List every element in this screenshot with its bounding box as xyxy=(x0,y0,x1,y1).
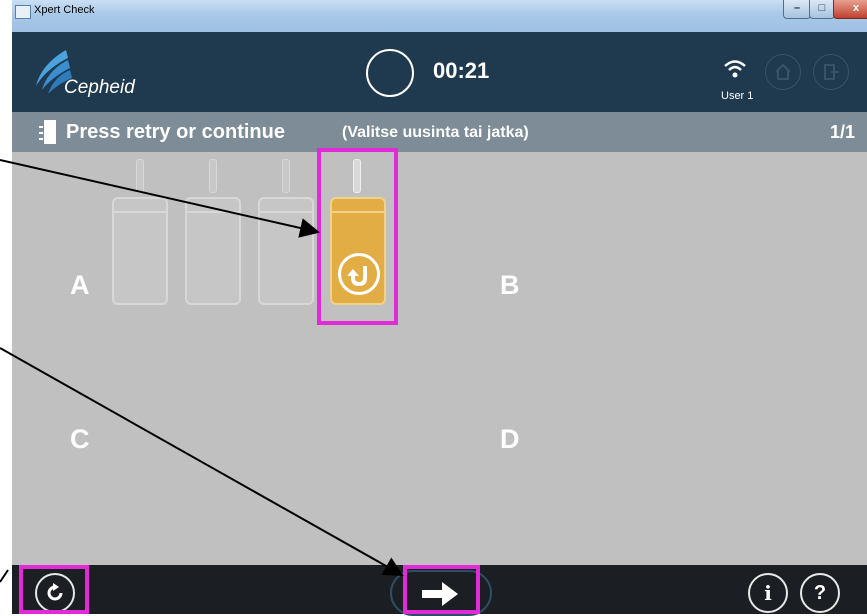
module-grid: A B C D xyxy=(12,148,867,565)
arrow-to-retry xyxy=(0,569,9,583)
app-icon xyxy=(15,5,31,19)
app-header: Cepheid 00:21 User 1 xyxy=(12,32,867,112)
close-button[interactable]: x xyxy=(833,0,867,19)
instruction-bar: Press retry or continue (Valitse uusinta… xyxy=(12,112,867,152)
quadrant-label-a: A xyxy=(70,270,90,300)
home-button[interactable] xyxy=(765,54,801,90)
window-titlebar: Xpert Check – □ x xyxy=(12,0,867,33)
exit-icon xyxy=(824,64,839,80)
quadrant-label-b: B xyxy=(500,270,520,300)
module-slot-3 xyxy=(258,197,314,305)
minimize-button[interactable]: – xyxy=(783,0,811,19)
instruction-translation: (Valitse uusinta tai jatka) xyxy=(342,124,529,141)
help-button[interactable]: ? xyxy=(800,573,840,613)
maximize-button[interactable]: □ xyxy=(809,0,835,19)
instruction-text: Press retry or continue xyxy=(66,121,285,143)
continue-highlight-box xyxy=(403,565,480,614)
window-title: Xpert Check xyxy=(34,4,95,16)
exit-button[interactable] xyxy=(813,54,849,90)
home-icon xyxy=(775,63,791,80)
module-slot-2-indicator xyxy=(209,159,217,193)
retry-highlight-box xyxy=(19,565,89,614)
cartridge-icon xyxy=(39,120,56,144)
user-label: User 1 xyxy=(721,90,754,102)
brand-name: Cepheid xyxy=(64,77,135,98)
quadrant-label-d: D xyxy=(500,424,520,454)
module-slot-3-indicator xyxy=(282,159,290,193)
module-slot-1-indicator xyxy=(136,159,144,193)
slot-highlight-box xyxy=(317,148,398,325)
timer-display: 00:21 xyxy=(433,58,490,83)
info-button[interactable]: i xyxy=(748,573,788,613)
module-slot-1 xyxy=(112,197,168,305)
wifi-icon xyxy=(724,60,746,78)
module-slot-2 xyxy=(185,197,241,305)
bottom-toolbar: i ? xyxy=(12,565,867,616)
quadrant-label-c: C xyxy=(70,424,90,454)
timer-progress-ring xyxy=(366,49,414,97)
page-counter: 1/1 xyxy=(829,122,855,142)
